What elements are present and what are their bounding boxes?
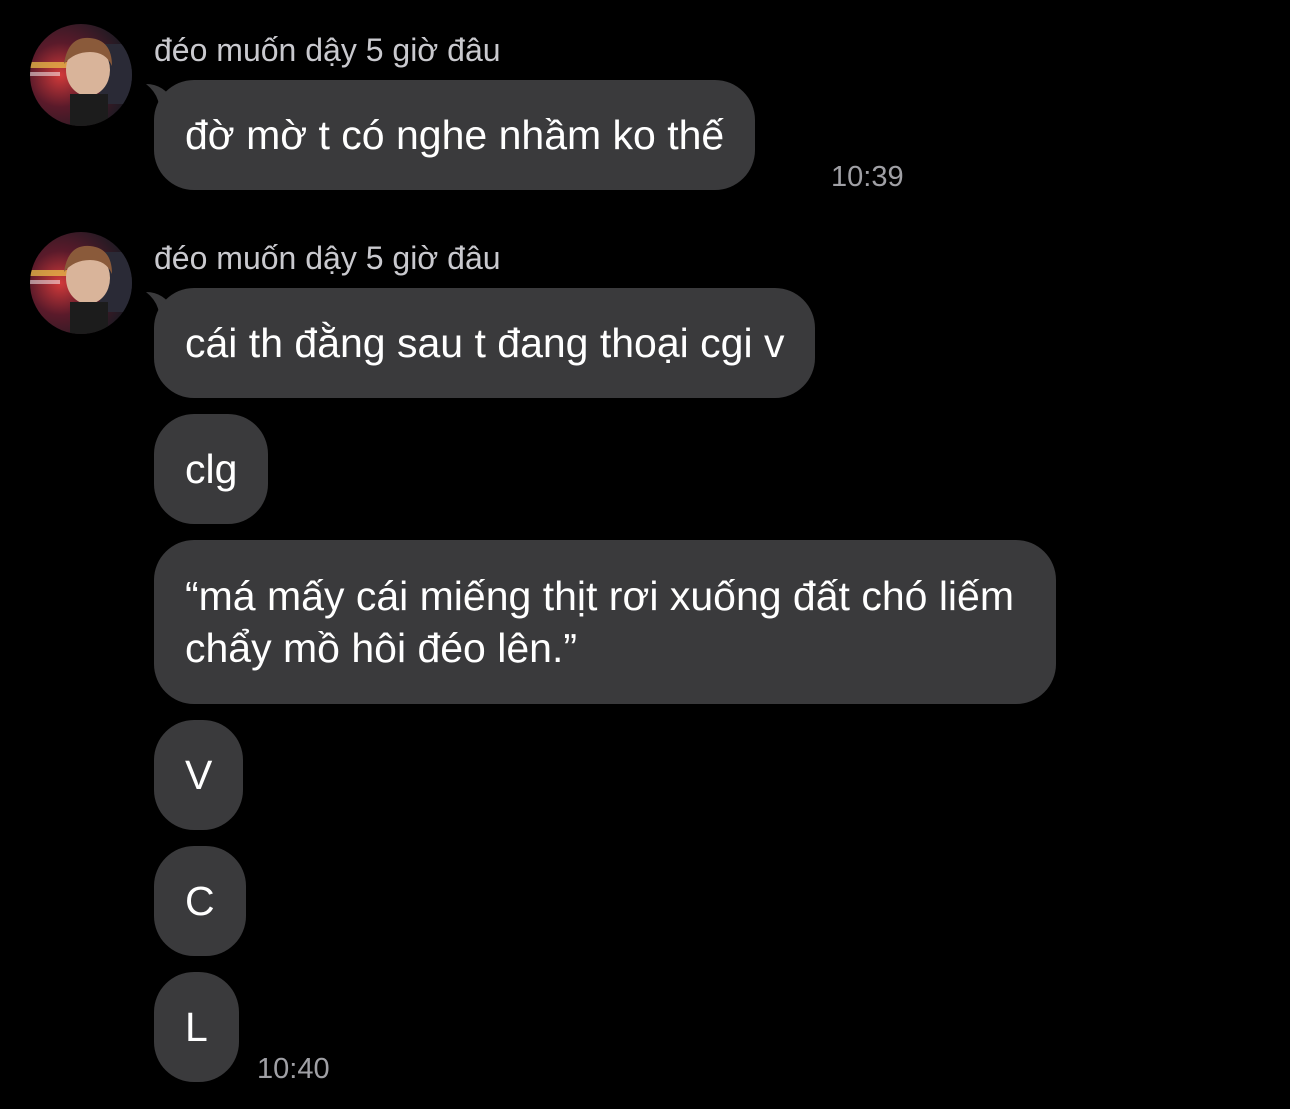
message-bubble[interactable]: đờ mờ t có nghe nhầm ko thế	[154, 80, 756, 190]
sender-name: đéo muốn dậy 5 giờ đâu	[154, 32, 501, 68]
message-bubble[interactable]: cái th đằng sau t đang thoại cgi v	[154, 288, 816, 398]
message-bubble[interactable]: C	[154, 846, 246, 956]
sender-avatar[interactable]	[30, 232, 132, 334]
message-bubble[interactable]: L	[154, 972, 239, 1082]
avatar-photo-icon	[30, 232, 132, 334]
message-timestamp: 10:40	[257, 1053, 330, 1085]
message-bubble[interactable]: clg	[154, 414, 269, 524]
sender-avatar[interactable]	[30, 24, 132, 126]
message-bubble[interactable]: “má mấy cái miếng thịt rơi xuống đất chó…	[154, 540, 1056, 704]
avatar-photo-icon	[30, 24, 132, 126]
message-timestamp: 10:39	[831, 161, 904, 193]
message-bubble[interactable]: V	[154, 720, 244, 830]
sender-name: đéo muốn dậy 5 giờ đâu	[154, 240, 501, 276]
